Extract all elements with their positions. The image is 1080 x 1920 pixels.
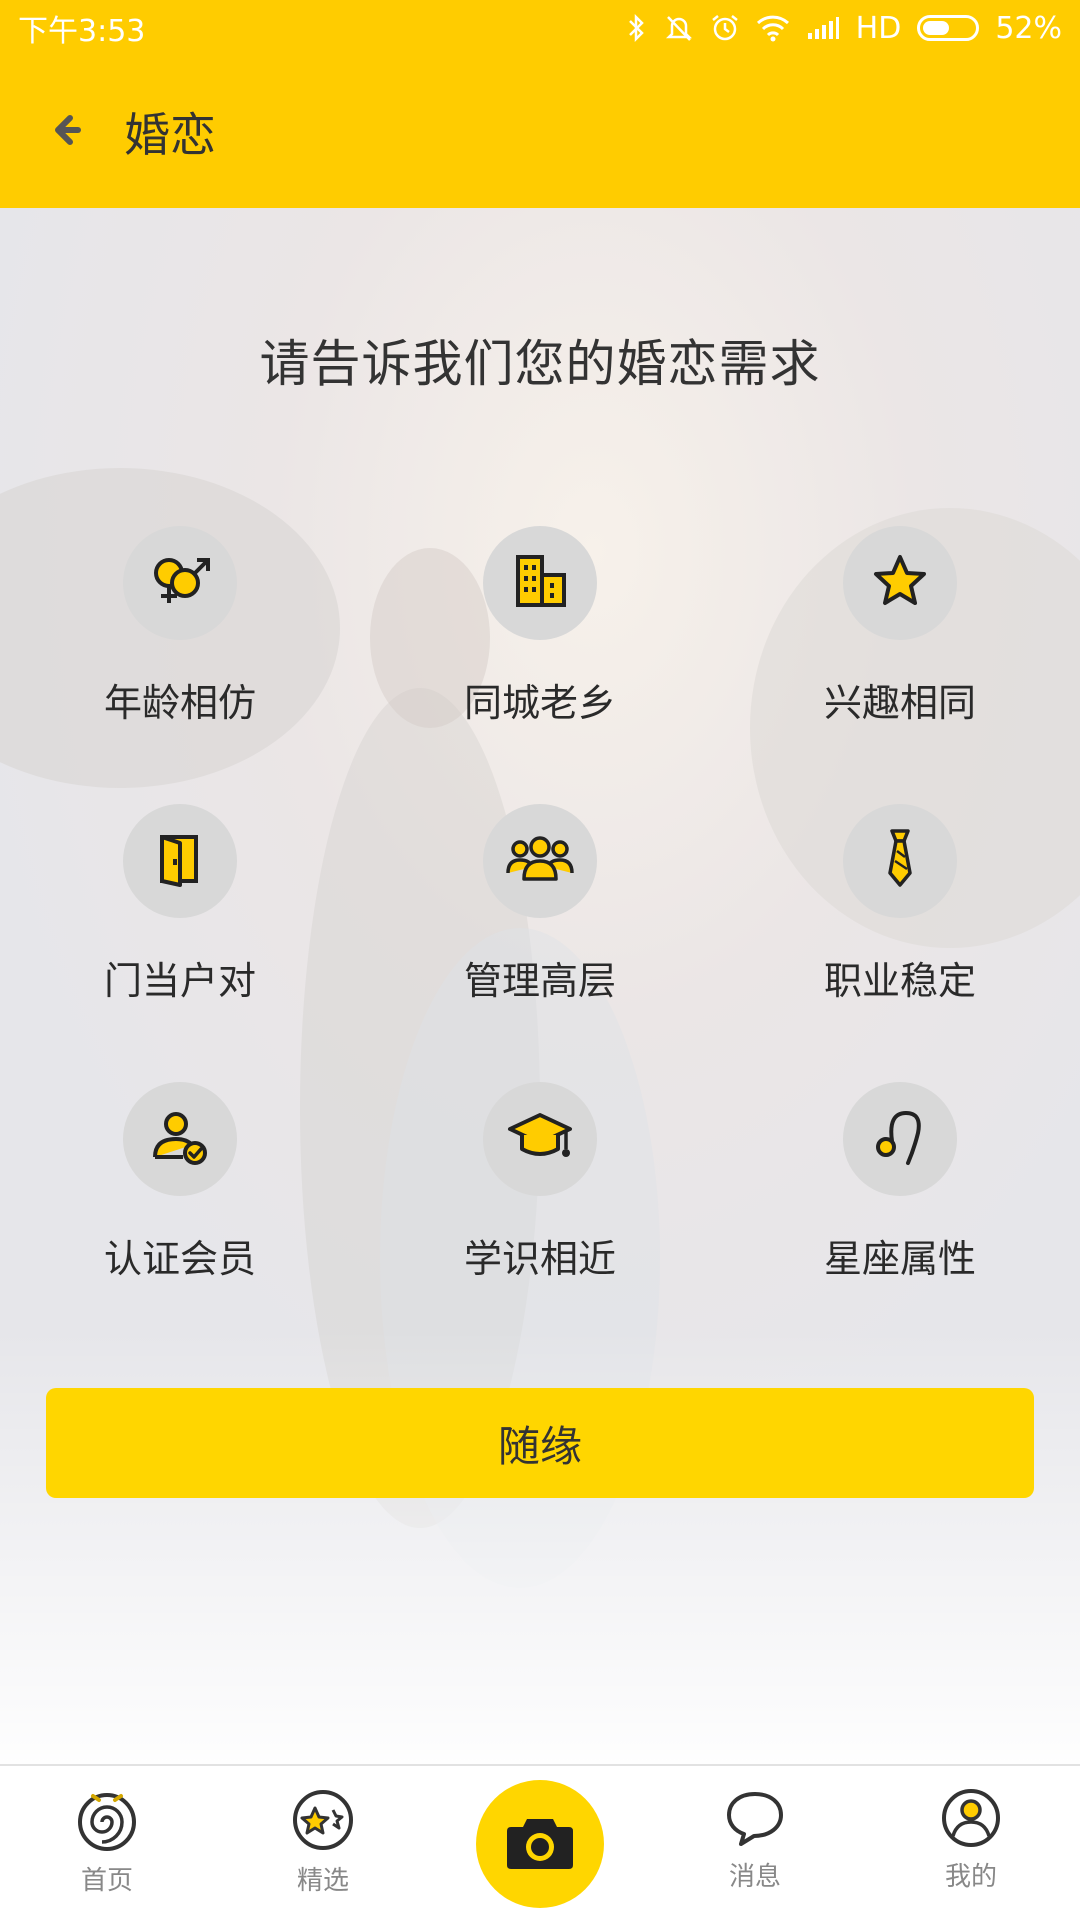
option-age[interactable]: 年龄相仿 xyxy=(50,526,310,746)
option-label: 管理高层 xyxy=(463,959,616,1003)
home-spiral-icon xyxy=(75,1788,139,1856)
option-management[interactable]: 管理高层 xyxy=(410,804,670,1024)
stars-icon xyxy=(291,1788,355,1856)
app-bar: 婚恋 xyxy=(0,56,1080,208)
option-icon-circle xyxy=(123,1082,237,1196)
group-icon xyxy=(504,831,576,891)
battery-icon xyxy=(917,15,980,41)
camera-button[interactable] xyxy=(476,1780,604,1908)
verified-user-icon xyxy=(149,1107,211,1171)
option-icon-circle xyxy=(483,526,597,640)
door-icon xyxy=(150,829,210,893)
network-type: HD xyxy=(855,10,902,46)
nav-label: 精选 xyxy=(296,1866,349,1896)
nav-messages[interactable]: 消息 xyxy=(680,1788,830,1893)
bottom-nav: 首页 精选 消息 我的 xyxy=(0,1764,1080,1920)
nav-label: 我的 xyxy=(944,1862,997,1892)
status-bar: 下午3:53 HD 52% xyxy=(0,0,1080,56)
option-label: 兴趣相同 xyxy=(823,681,976,725)
random-button[interactable]: 随缘 xyxy=(46,1388,1034,1498)
buildings-icon xyxy=(510,551,570,615)
option-label: 门当户对 xyxy=(103,959,256,1003)
option-verified[interactable]: 认证会员 xyxy=(50,1082,310,1302)
option-label: 认证会员 xyxy=(103,1237,256,1281)
camera-icon xyxy=(505,1813,575,1875)
nav-label: 消息 xyxy=(728,1862,781,1892)
nav-featured[interactable]: 精选 xyxy=(248,1788,398,1897)
option-interests[interactable]: 兴趣相同 xyxy=(770,526,1030,746)
option-label: 年龄相仿 xyxy=(103,681,256,725)
signal-icon xyxy=(806,15,840,41)
option-education[interactable]: 学识相近 xyxy=(410,1082,670,1302)
bell-off-icon xyxy=(664,13,694,43)
gender-symbols-icon xyxy=(147,551,213,615)
option-well-matched[interactable]: 门当户对 xyxy=(50,804,310,1024)
page-title: 婚恋 xyxy=(124,108,216,162)
option-label: 同城老乡 xyxy=(463,681,616,725)
main-content: 请告诉我们您的婚恋需求 年龄相仿 同城老乡 兴趣相同 门当户对 管理高层 职业稳… xyxy=(0,208,1080,1764)
option-icon-circle xyxy=(843,804,957,918)
zodiac-icon xyxy=(870,1105,930,1173)
status-time: 下午3:53 xyxy=(18,14,146,49)
option-stable-career[interactable]: 职业稳定 xyxy=(770,804,1030,1024)
option-icon-circle xyxy=(843,526,957,640)
option-label: 星座属性 xyxy=(823,1237,976,1281)
status-icons: HD 52% xyxy=(626,11,1062,46)
nav-home[interactable]: 首页 xyxy=(32,1788,182,1897)
arrow-left-icon xyxy=(46,110,86,154)
necktie-icon xyxy=(880,827,920,895)
option-icon-circle xyxy=(483,804,597,918)
option-label: 职业稳定 xyxy=(823,959,976,1003)
star-icon xyxy=(870,551,930,615)
back-button[interactable] xyxy=(26,92,106,172)
option-zodiac[interactable]: 星座属性 xyxy=(770,1082,1030,1302)
chat-bubble-icon xyxy=(723,1788,787,1852)
option-hometown[interactable]: 同城老乡 xyxy=(410,526,670,746)
profile-icon xyxy=(939,1788,1003,1852)
option-icon-circle xyxy=(483,1082,597,1196)
wifi-icon xyxy=(756,14,790,42)
option-label: 学识相近 xyxy=(463,1237,616,1281)
nav-label: 首页 xyxy=(80,1866,133,1896)
nav-profile[interactable]: 我的 xyxy=(896,1788,1046,1893)
graduation-cap-icon xyxy=(506,1109,574,1169)
headline: 请告诉我们您的婚恋需求 xyxy=(259,335,821,393)
option-icon-circle xyxy=(123,526,237,640)
alarm-icon xyxy=(710,13,740,43)
option-icon-circle xyxy=(123,804,237,918)
option-icon-circle xyxy=(843,1082,957,1196)
bluetooth-icon xyxy=(626,13,648,43)
battery-percent: 52% xyxy=(995,10,1062,46)
